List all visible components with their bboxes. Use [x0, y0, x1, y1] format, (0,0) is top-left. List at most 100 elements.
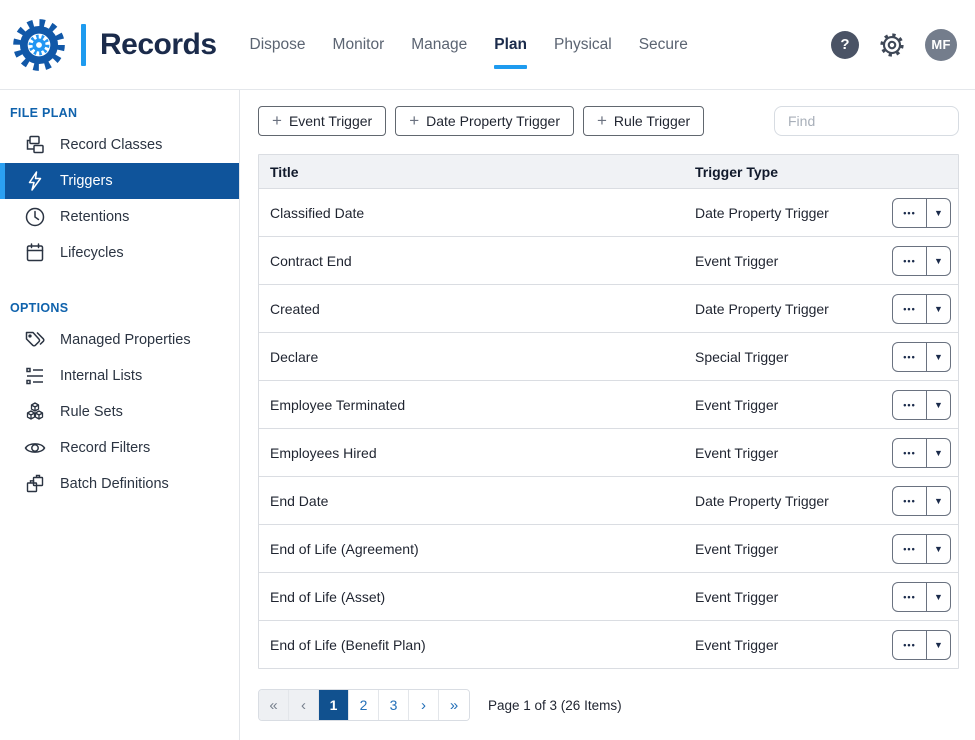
- row-trigger-type: Event Trigger: [695, 541, 882, 557]
- sidebar-item-managed-properties[interactable]: Managed Properties: [0, 322, 239, 358]
- row-menu-button[interactable]: •••: [893, 343, 927, 371]
- sidebar-item-rule-sets[interactable]: Rule Sets: [0, 394, 239, 430]
- sidebar-item-triggers[interactable]: Triggers: [0, 163, 239, 199]
- table-row[interactable]: Employees Hired Event Trigger ••• ▼: [259, 428, 958, 476]
- record-classes-icon: [23, 133, 47, 157]
- add-event-trigger-button[interactable]: + Event Trigger: [258, 106, 386, 136]
- toolbar: + Event Trigger + Date Property Trigger …: [258, 106, 959, 136]
- prev-page-button[interactable]: ‹: [289, 690, 319, 720]
- pagination: « ‹ 1 2 3 › » Page 1 of 3 (26 Items): [258, 689, 959, 721]
- row-dropdown-caret-icon[interactable]: ▼: [927, 391, 950, 419]
- sidebar-item-internal-lists[interactable]: Internal Lists: [0, 358, 239, 394]
- pager-buttons: « ‹ 1 2 3 › »: [258, 689, 470, 721]
- plus-icon: +: [597, 112, 607, 129]
- row-dropdown-caret-icon[interactable]: ▼: [927, 583, 950, 611]
- row-trigger-type: Event Trigger: [695, 589, 882, 605]
- table-row[interactable]: End of Life (Benefit Plan) Event Trigger…: [259, 620, 958, 668]
- row-menu-button[interactable]: •••: [893, 583, 927, 611]
- row-trigger-type: Event Trigger: [695, 397, 882, 413]
- last-page-button[interactable]: »: [439, 690, 469, 720]
- sidebar-item-label: Record Filters: [60, 440, 150, 456]
- row-menu-button[interactable]: •••: [893, 631, 927, 659]
- first-page-button[interactable]: «: [259, 690, 289, 720]
- row-dropdown-caret-icon[interactable]: ▼: [927, 631, 950, 659]
- row-trigger-type: Event Trigger: [695, 637, 882, 653]
- row-dropdown-caret-icon[interactable]: ▼: [927, 247, 950, 275]
- sidebar-item-label: Triggers: [60, 173, 113, 189]
- page-title: Records: [100, 28, 217, 62]
- table-row[interactable]: Employee Terminated Event Trigger ••• ▼: [259, 380, 958, 428]
- table-row[interactable]: End of Life (Asset) Event Trigger ••• ▼: [259, 572, 958, 620]
- sidebar-item-record-classes[interactable]: Record Classes: [0, 127, 239, 163]
- row-title: End of Life (Asset): [259, 589, 695, 605]
- row-trigger-type: Date Property Trigger: [695, 493, 882, 509]
- main-nav: Dispose Monitor Manage Plan Physical Sec…: [250, 30, 688, 60]
- row-dropdown-caret-icon[interactable]: ▼: [927, 199, 950, 227]
- table-header-row: Title Trigger Type: [259, 155, 958, 188]
- row-menu-button[interactable]: •••: [893, 439, 927, 467]
- row-dropdown-caret-icon[interactable]: ▼: [927, 439, 950, 467]
- row-trigger-type: Special Trigger: [695, 349, 882, 365]
- settings-gear-icon[interactable]: [876, 29, 908, 61]
- row-dropdown-caret-icon[interactable]: ▼: [927, 295, 950, 323]
- row-menu-button[interactable]: •••: [893, 247, 927, 275]
- row-menu-button[interactable]: •••: [893, 295, 927, 323]
- table-row[interactable]: Contract End Event Trigger ••• ▼: [259, 236, 958, 284]
- row-actions-split-button: ••• ▼: [892, 630, 951, 660]
- nav-tab-physical[interactable]: Physical: [554, 30, 612, 60]
- header-actions: ? MF: [831, 29, 957, 61]
- row-menu-button[interactable]: •••: [893, 199, 927, 227]
- row-title: End Date: [259, 493, 695, 509]
- next-page-button[interactable]: ›: [409, 690, 439, 720]
- eye-icon: [23, 436, 47, 460]
- sidebar-item-label: Internal Lists: [60, 368, 142, 384]
- avatar[interactable]: MF: [925, 29, 957, 61]
- nav-tab-monitor[interactable]: Monitor: [333, 30, 385, 60]
- nav-tab-plan[interactable]: Plan: [494, 30, 527, 60]
- nav-tab-manage[interactable]: Manage: [411, 30, 467, 60]
- page-button-1[interactable]: 1: [319, 690, 349, 720]
- row-title: Employee Terminated: [259, 397, 695, 413]
- page-button-3[interactable]: 3: [379, 690, 409, 720]
- row-menu-button[interactable]: •••: [893, 391, 927, 419]
- sidebar-section-title: FILE PLAN: [0, 96, 239, 127]
- row-actions-split-button: ••• ▼: [892, 246, 951, 276]
- add-rule-trigger-button[interactable]: + Rule Trigger: [583, 106, 704, 136]
- row-actions-split-button: ••• ▼: [892, 486, 951, 516]
- row-menu-button[interactable]: •••: [893, 487, 927, 515]
- row-dropdown-caret-icon[interactable]: ▼: [927, 343, 950, 371]
- app-logo[interactable]: [10, 16, 68, 74]
- row-actions-split-button: ••• ▼: [892, 342, 951, 372]
- column-header-trigger-type: Trigger Type: [695, 164, 882, 180]
- table-row[interactable]: End Date Date Property Trigger ••• ▼: [259, 476, 958, 524]
- row-title: End of Life (Benefit Plan): [259, 637, 695, 653]
- find-input[interactable]: [774, 106, 959, 136]
- row-actions-split-button: ••• ▼: [892, 390, 951, 420]
- sidebar-item-lifecycles[interactable]: Lifecycles: [0, 235, 239, 271]
- table-row[interactable]: End of Life (Agreement) Event Trigger ••…: [259, 524, 958, 572]
- page-button-2[interactable]: 2: [349, 690, 379, 720]
- add-date-property-trigger-button[interactable]: + Date Property Trigger: [395, 106, 574, 136]
- sidebar-item-batch-definitions[interactable]: Batch Definitions: [0, 466, 239, 502]
- sidebar-item-label: Lifecycles: [60, 245, 124, 261]
- nav-tab-dispose[interactable]: Dispose: [250, 30, 306, 60]
- row-dropdown-caret-icon[interactable]: ▼: [927, 535, 950, 563]
- row-menu-button[interactable]: •••: [893, 535, 927, 563]
- packages-icon: [23, 472, 47, 496]
- table-row[interactable]: Declare Special Trigger ••• ▼: [259, 332, 958, 380]
- list-icon: [23, 364, 47, 388]
- clock-icon: [23, 205, 47, 229]
- row-actions-split-button: ••• ▼: [892, 438, 951, 468]
- triggers-table: Title Trigger Type Classified Date Date …: [258, 154, 959, 669]
- row-dropdown-caret-icon[interactable]: ▼: [927, 487, 950, 515]
- table-row[interactable]: Classified Date Date Property Trigger ••…: [259, 188, 958, 236]
- tags-icon: [23, 328, 47, 352]
- sidebar-item-label: Retentions: [60, 209, 129, 225]
- sidebar-item-label: Rule Sets: [60, 404, 123, 420]
- nav-tab-secure[interactable]: Secure: [639, 30, 688, 60]
- row-title: End of Life (Agreement): [259, 541, 695, 557]
- sidebar-item-retentions[interactable]: Retentions: [0, 199, 239, 235]
- help-icon[interactable]: ?: [831, 31, 859, 59]
- table-row[interactable]: Created Date Property Trigger ••• ▼: [259, 284, 958, 332]
- sidebar-item-record-filters[interactable]: Record Filters: [0, 430, 239, 466]
